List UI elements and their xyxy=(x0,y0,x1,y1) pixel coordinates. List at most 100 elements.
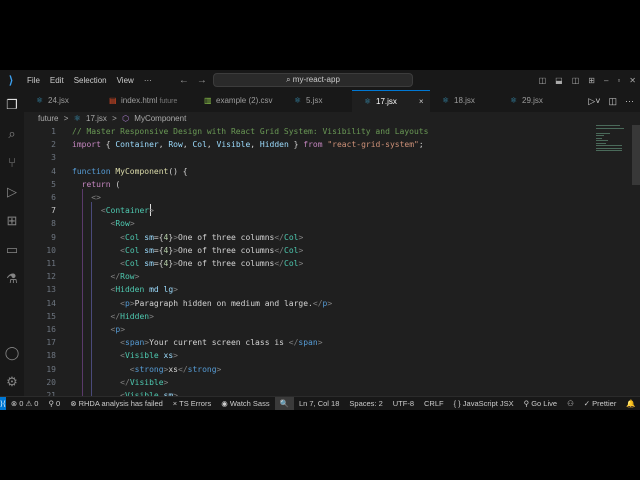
problems-status[interactable]: ⊗ 0 ⚠ 0 xyxy=(6,399,44,408)
notifications-bell-icon[interactable]: 🔔 xyxy=(621,399,640,408)
explorer-icon[interactable]: ❐ xyxy=(6,90,18,119)
vertical-scrollbar[interactable] xyxy=(632,125,640,185)
toggle-secondary-sidebar-icon[interactable]: ◫ xyxy=(572,76,580,85)
code-line[interactable]: 6 <> xyxy=(24,191,584,204)
minimap[interactable] xyxy=(596,125,626,165)
command-center-search[interactable]: ⌕ my-react-app xyxy=(213,73,413,87)
zoom-icon[interactable]: 🔍 xyxy=(274,397,294,410)
ports-status[interactable]: ⚲ 0 xyxy=(43,399,65,408)
encoding[interactable]: UTF-8 xyxy=(388,399,419,408)
cursor-position[interactable]: Ln 7, Col 18 xyxy=(294,399,344,408)
prettier-status[interactable]: ✓ Prettier xyxy=(579,399,622,408)
line-number: 10 xyxy=(46,245,56,255)
code-editor[interactable]: 1 // Master Responsive Design with React … xyxy=(24,125,640,396)
indentation[interactable]: Spaces: 2 xyxy=(344,399,387,408)
code-token: > xyxy=(173,285,178,295)
breadcrumb-separator: > xyxy=(63,114,69,123)
code-token: > xyxy=(163,377,169,387)
code-token: Container xyxy=(105,206,150,216)
file-type-icon: ⚛ xyxy=(36,96,44,105)
menu-more[interactable]: ··· xyxy=(139,76,157,85)
code-token: One of three columns xyxy=(178,245,275,255)
maximize-icon[interactable]: ▫ xyxy=(617,76,620,85)
code-line[interactable]: 11 <Col sm={4}>One of three columns</Col… xyxy=(24,257,584,270)
code-token: Hidden xyxy=(115,285,145,295)
toggle-sidebar-icon[interactable]: ◫ xyxy=(539,76,547,85)
tab-17-jsx[interactable]: ⚛ 17.jsx × xyxy=(352,90,430,112)
code-line[interactable]: 12 </Row> xyxy=(24,270,584,283)
tab-29-jsx[interactable]: ⚛ 29.jsx xyxy=(498,90,568,112)
minimize-icon[interactable]: – xyxy=(604,76,608,85)
code-line[interactable]: 9 <Col sm={4}>One of three columns</Col> xyxy=(24,231,584,244)
account-icon[interactable]: ◯ xyxy=(5,338,20,367)
more-actions-icon[interactable]: ··· xyxy=(625,90,634,112)
menu-view[interactable]: View xyxy=(112,76,139,85)
code-line[interactable]: 21 <Visible sm> xyxy=(24,389,584,396)
code-line[interactable]: 13 <Hidden md lg> xyxy=(24,283,584,296)
testing-icon[interactable]: ⚗ xyxy=(6,264,18,293)
code-token: > xyxy=(298,245,304,255)
code-line[interactable]: 18 <Visible xs> xyxy=(24,349,584,362)
code-line[interactable]: 20 </Visible> xyxy=(24,376,584,389)
search-icon[interactable]: ⌕ xyxy=(8,119,15,148)
code-line[interactable]: 16 <p> xyxy=(24,323,584,336)
remote-explorer-icon[interactable]: ▭ xyxy=(6,235,18,264)
language-mode[interactable]: { } JavaScript JSX xyxy=(449,399,519,408)
rhda-status[interactable]: ⊗ RHDA analysis has failed xyxy=(65,399,168,408)
line-number: 14 xyxy=(46,298,56,308)
split-editor-icon[interactable]: ◫ xyxy=(608,90,617,112)
back-arrow-icon[interactable]: ← xyxy=(179,75,189,86)
code-line[interactable]: 10 <Col sm={4}>One of three columns</Col… xyxy=(24,244,584,257)
code-line[interactable]: 1 // Master Responsive Design with React … xyxy=(24,125,584,138)
tab-5-jsx[interactable]: ⚛ 5.jsx xyxy=(282,90,352,112)
run-debug-icon[interactable]: ▷ xyxy=(7,177,17,206)
menu-edit[interactable]: Edit xyxy=(45,76,69,85)
close-tab-icon[interactable]: × xyxy=(419,97,424,106)
breadcrumb-symbol[interactable]: MyComponent xyxy=(134,114,186,123)
code-line[interactable]: 7 <Container> xyxy=(24,204,584,217)
run-icon[interactable]: ▷˅ xyxy=(588,90,600,112)
code-line[interactable]: 19 <strong>xs</strong> xyxy=(24,363,584,376)
breadcrumb-file[interactable]: 17.jsx xyxy=(86,114,107,123)
line-number: 4 xyxy=(51,166,56,176)
source-control-icon[interactable]: ⑂ xyxy=(8,148,16,177)
code-token: , xyxy=(250,140,260,150)
menu-file[interactable]: File xyxy=(22,76,45,85)
close-window-icon[interactable]: ✕ xyxy=(629,76,636,85)
go-live-button[interactable]: ⚲ Go Live xyxy=(519,399,562,408)
settings-gear-icon[interactable]: ⚙ xyxy=(6,367,18,396)
tab-index-html[interactable]: ▤ index.html future xyxy=(97,90,192,112)
tab-24-jsx[interactable]: ⚛ 24.jsx xyxy=(24,90,97,112)
code-line[interactable]: 17 <span>Your current screen class is </… xyxy=(24,336,584,349)
tab-example-2-csv[interactable]: ▥ example (2).csv xyxy=(192,90,282,112)
code-line[interactable]: 14 <p>Paragraph hidden on medium and lar… xyxy=(24,297,584,310)
copilot-icon[interactable]: ⚇ xyxy=(562,399,579,408)
status-bar: ⟩⟨ ⊗ 0 ⚠ 0 ⚲ 0 ⊗ RHDA analysis has faile… xyxy=(0,396,640,410)
line-number: 2 xyxy=(51,140,56,150)
title-bar: ⟩ File Edit Selection View ··· ← → ⌕ my-… xyxy=(0,70,640,90)
code-token: MyComponent xyxy=(115,166,169,176)
code-line[interactable]: 2 import { Container, Row, Col, Visible, … xyxy=(24,138,584,151)
tab-18-jsx[interactable]: ⚛ 18.jsx xyxy=(430,90,498,112)
extensions-icon[interactable]: ⊞ xyxy=(7,206,18,235)
watch-sass-button[interactable]: ◉ Watch Sass xyxy=(216,399,274,408)
forward-arrow-icon[interactable]: → xyxy=(197,75,207,86)
code-line[interactable]: 3 xyxy=(24,151,584,164)
breadcrumb-folder[interactable]: future xyxy=(38,114,58,123)
menu-selection[interactable]: Selection xyxy=(69,76,112,85)
end-of-line[interactable]: CRLF xyxy=(419,399,449,408)
ts-errors-status[interactable]: × TS Errors xyxy=(168,399,216,408)
line-number: 16 xyxy=(46,325,56,334)
code-line[interactable]: 5 return ( xyxy=(24,178,584,191)
toggle-panel-icon[interactable]: ⬓ xyxy=(555,76,563,85)
code-line[interactable]: 8 <Row> xyxy=(24,217,584,230)
line-number: 7 xyxy=(51,206,56,216)
code-line[interactable]: 15 </Hidden> xyxy=(24,310,584,323)
layout-icon[interactable]: ⊞ xyxy=(588,76,595,85)
code-token: > xyxy=(298,232,304,242)
code-line[interactable]: 4 function MyComponent() { xyxy=(24,165,584,178)
